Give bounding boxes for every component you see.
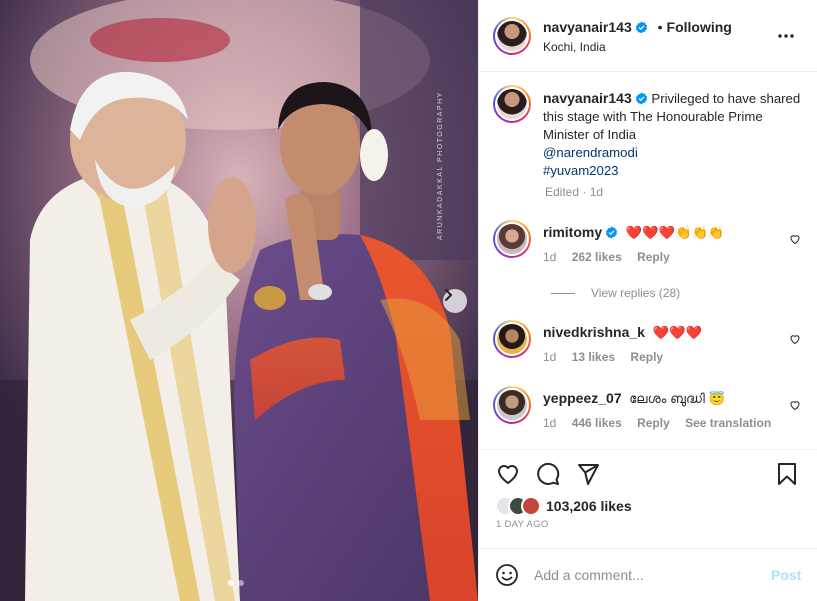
heart-outline-icon bbox=[790, 335, 800, 345]
comment-input[interactable] bbox=[534, 563, 764, 587]
comment-age: 1d bbox=[543, 416, 557, 430]
comment-meta: 1d 13 likes Reply bbox=[543, 350, 675, 364]
reply-button[interactable]: Reply bbox=[630, 350, 663, 364]
comment-text: ❤️❤️❤️👏👏👏 bbox=[625, 225, 725, 240]
author-username[interactable]: navyanair143 bbox=[543, 19, 632, 35]
edited-label: Edited bbox=[545, 185, 580, 199]
bookmark-icon bbox=[778, 463, 796, 485]
chevron-right-icon bbox=[445, 289, 452, 301]
post-location[interactable]: Kochi, India bbox=[543, 40, 606, 54]
post-photo[interactable]: ARUNKADAKKAL PHOTOGRAPHY bbox=[0, 0, 478, 601]
emoji-icon bbox=[496, 564, 518, 586]
comment-likes[interactable]: 262 likes bbox=[572, 250, 622, 264]
likes-summary[interactable]: 103,206 likes bbox=[495, 496, 632, 516]
more-options-button[interactable] bbox=[777, 26, 795, 44]
see-translation-button[interactable]: See translation bbox=[685, 416, 771, 430]
heart-icon bbox=[498, 465, 518, 484]
comment-body: yeppeez_07 ലേശം ബുദ്ധി 😇 bbox=[543, 390, 793, 407]
comment-icon bbox=[537, 462, 560, 485]
commenter-avatar[interactable] bbox=[493, 220, 531, 258]
author-avatar[interactable] bbox=[493, 17, 531, 55]
caption-username[interactable]: navyanair143 bbox=[543, 90, 632, 106]
reply-button[interactable]: Reply bbox=[637, 250, 670, 264]
comment-button[interactable] bbox=[536, 462, 560, 491]
verified-badge-icon bbox=[605, 226, 618, 239]
add-comment-bar: Post bbox=[479, 548, 817, 601]
caption-age: 1d bbox=[589, 185, 604, 199]
post-actions: 103,206 likes 1 DAY AGO bbox=[479, 449, 817, 549]
like-comment-button[interactable] bbox=[789, 232, 801, 250]
liker-avatar bbox=[521, 496, 541, 516]
following-button[interactable]: Following bbox=[667, 19, 732, 35]
comment-likes[interactable]: 13 likes bbox=[572, 350, 615, 364]
header-separator: • bbox=[657, 19, 663, 35]
verified-badge-icon bbox=[635, 92, 647, 105]
likes-count[interactable]: 103,206 likes bbox=[546, 498, 632, 514]
comment-text: ലേശം ബുദ്ധി 😇 bbox=[629, 391, 725, 406]
comment-body: nivedkrishna_k ❤️❤️❤️ bbox=[543, 324, 793, 341]
like-comment-button[interactable] bbox=[789, 332, 801, 350]
send-icon bbox=[578, 464, 599, 485]
post-age[interactable]: 1 DAY AGO bbox=[496, 519, 549, 530]
commenter-avatar[interactable] bbox=[493, 320, 531, 358]
photo-illustration bbox=[0, 0, 478, 601]
post-header: navyanair143 • Following Kochi, India bbox=[479, 0, 817, 72]
like-comment-button[interactable] bbox=[789, 398, 801, 416]
comment-meta: 1d 446 likes Reply See translation bbox=[543, 416, 783, 430]
post-comment-button[interactable]: Post bbox=[771, 567, 801, 583]
replies-line bbox=[551, 292, 575, 294]
commenter-username[interactable]: yeppeez_07 bbox=[543, 390, 622, 406]
commenter-avatar[interactable] bbox=[493, 386, 531, 424]
comment-meta: 1d 262 likes Reply bbox=[543, 250, 682, 264]
view-replies-label: View replies (28) bbox=[591, 286, 681, 300]
verified-badge-icon bbox=[635, 21, 647, 34]
caption-meta: Edited · 1d bbox=[545, 185, 603, 199]
comment-body: rimitomy ❤️❤️❤️👏👏👏 bbox=[543, 224, 793, 241]
save-button[interactable] bbox=[776, 462, 798, 491]
hashtag-link[interactable]: #yuvam2023 bbox=[543, 162, 805, 180]
reply-button[interactable]: Reply bbox=[637, 416, 670, 430]
emoji-button[interactable] bbox=[495, 563, 519, 592]
commenter-username[interactable]: nivedkrishna_k bbox=[543, 324, 645, 340]
view-replies-button[interactable]: View replies (28) bbox=[551, 286, 680, 300]
comment-age: 1d bbox=[543, 350, 557, 364]
carousel-dot bbox=[238, 580, 244, 586]
next-photo-button[interactable] bbox=[443, 289, 467, 313]
heart-outline-icon bbox=[790, 235, 800, 245]
carousel-dot-active bbox=[228, 580, 234, 586]
mention-link[interactable]: @narendramodi bbox=[543, 144, 805, 162]
like-button[interactable] bbox=[496, 462, 520, 491]
comment-likes[interactable]: 446 likes bbox=[572, 416, 622, 430]
commenter-username[interactable]: rimitomy bbox=[543, 224, 602, 240]
comments-section[interactable]: navyanair143 Privileged to have shared t… bbox=[479, 73, 817, 448]
caption: navyanair143 Privileged to have shared t… bbox=[543, 89, 805, 180]
comment-age: 1d bbox=[543, 250, 557, 264]
meta-separator: · bbox=[582, 185, 587, 199]
post-side-panel: navyanair143 • Following Kochi, India nav… bbox=[478, 0, 817, 601]
more-horizontal-icon bbox=[778, 34, 794, 38]
heart-outline-icon bbox=[790, 401, 800, 411]
caption-avatar[interactable] bbox=[493, 85, 531, 123]
author-info: navyanair143 • Following bbox=[543, 19, 732, 35]
share-button[interactable] bbox=[576, 462, 600, 491]
carousel-dots bbox=[228, 580, 244, 586]
photo-watermark: ARUNKADAKKAL PHOTOGRAPHY bbox=[437, 91, 444, 240]
comment-text: ❤️❤️❤️ bbox=[652, 325, 702, 340]
